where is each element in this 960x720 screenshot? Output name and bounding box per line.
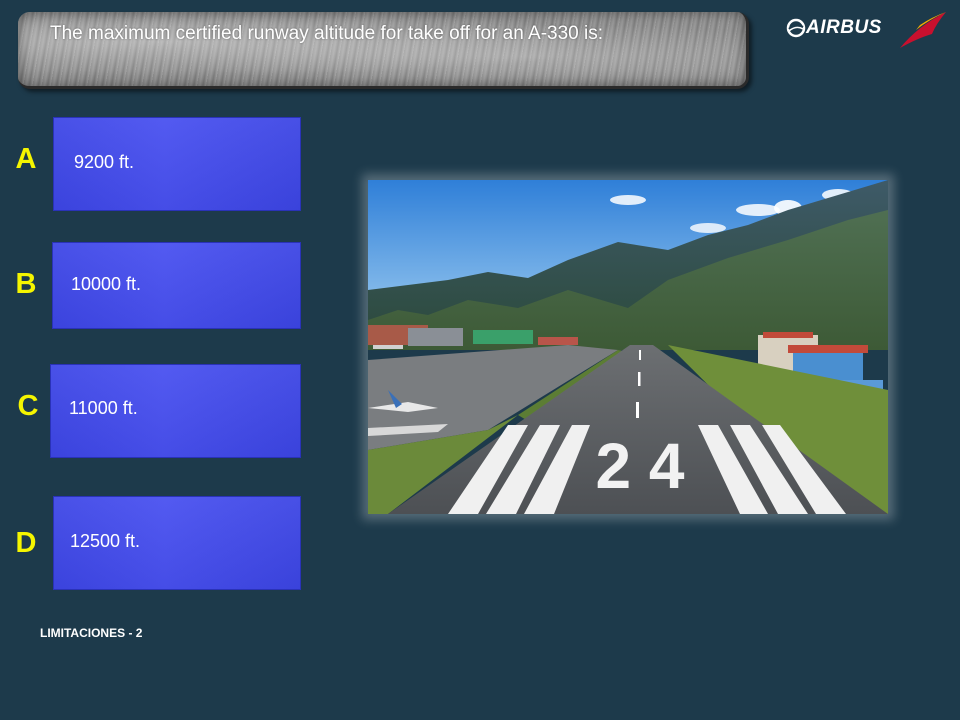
answer-letter-b: B [15,268,37,300]
answer-option-d[interactable]: 12500 ft. [53,496,301,590]
answer-value-a: 9200 ft. [74,152,135,172]
airbus-logo-icon [786,18,806,38]
footer-label: LIMITACIONES - 2 [40,626,143,640]
answer-value-c: 11000 ft. [69,398,138,418]
airline-wing-logo-icon [900,12,946,48]
answer-option-a[interactable]: 9200 ft. [53,117,301,211]
answer-letter-d: D [15,527,37,559]
runway-illustration: 2 4 [368,180,888,514]
answer-value-d: 12500 ft. [70,531,141,551]
answer-value-b: 10000 ft. [71,274,142,294]
answer-letter-a: A [15,143,37,175]
airbus-logo: AIRBUS [786,10,950,50]
question-text: The maximum certified runway altitude fo… [50,23,604,44]
answer-option-b[interactable]: 10000 ft. [52,242,301,329]
question-banner: The maximum certified runway altitude fo… [18,12,749,89]
runway-photo: 2 4 [368,180,888,514]
airbus-logo-text: AIRBUS [806,17,882,38]
answer-letter-c: C [17,390,39,422]
answer-option-c[interactable]: 11000 ft. [50,364,301,458]
runway-number: 2 4 [596,430,685,502]
